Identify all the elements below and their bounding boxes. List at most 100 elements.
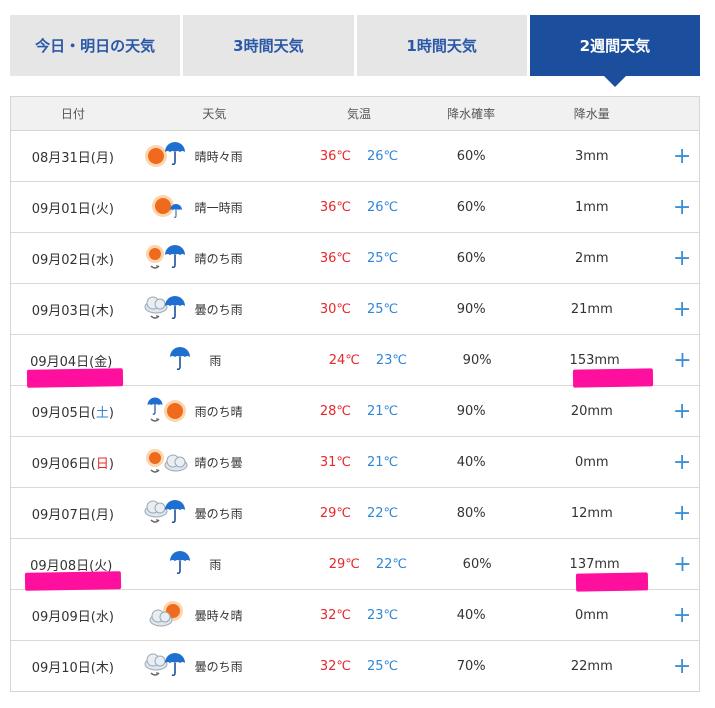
row-weather: 晴一時雨 <box>135 192 295 222</box>
low-temp: 25℃ <box>366 301 399 317</box>
row-date-weekday: 土 <box>95 405 109 421</box>
low-temp: 22℃ <box>375 556 408 572</box>
table-header: 日付 天気 気温 降水確率 降水量 <box>11 97 699 131</box>
weather-label: 晴のち雨 <box>194 251 243 266</box>
cloud-then-umbrella-icon <box>143 651 189 681</box>
row-weather: 雨のち晴 <box>135 396 295 426</box>
header-date: 日付 <box>60 107 85 121</box>
row-weather: 曇のち雨 <box>135 294 295 324</box>
tab-1-hour[interactable]: 1時間天気 <box>356 15 527 76</box>
row-date-prefix: 09月05日( <box>31 405 96 421</box>
precip-prob: 70% <box>456 658 486 674</box>
weather-label: 晴一時雨 <box>194 200 243 215</box>
expand-plus-icon[interactable]: + <box>666 552 699 577</box>
cloud-then-umbrella-icon <box>143 498 189 528</box>
row-date: 08月31日(月) <box>31 150 114 166</box>
table-row: 09月07日(月) 曇のち雨 29℃ 22℃ 80% 12mm + <box>11 488 699 539</box>
table-row: 09月09日(水) 曇時々晴 32℃ 23℃ 40% 0mm + <box>11 590 699 641</box>
header-weather: 天気 <box>202 107 227 121</box>
expand-plus-icon[interactable]: + <box>665 399 699 424</box>
header-temp: 気温 <box>346 107 371 121</box>
expand-plus-icon[interactable]: + <box>665 144 699 169</box>
row-weather: 雨 <box>131 345 304 375</box>
weather-label: 曇のち雨 <box>194 506 243 521</box>
row-weather: 曇のち雨 <box>135 651 295 681</box>
precip-prob: 40% <box>456 607 486 623</box>
weather-label: 晴のち曇 <box>194 455 243 470</box>
precip-prob: 40% <box>456 454 486 470</box>
row-date: 09月02日(水) <box>31 252 114 268</box>
cloud-sun-icon <box>143 600 189 630</box>
low-temp: 25℃ <box>366 250 399 266</box>
weather-label: 曇のち雨 <box>194 659 243 674</box>
row-weather: 晴時々雨 <box>135 141 295 171</box>
expand-plus-icon[interactable]: + <box>665 654 699 679</box>
row-date: 09月07日(月) <box>31 507 114 523</box>
precip-amount: 137mm <box>569 556 620 572</box>
high-temp: 28℃ <box>319 403 351 419</box>
expand-plus-icon[interactable]: + <box>665 246 699 271</box>
umbrella-then-sun-icon <box>143 396 189 426</box>
high-temp: 30℃ <box>319 301 351 317</box>
row-temps: 36℃ 25℃ <box>294 251 424 266</box>
sun-umbrella-small-icon <box>143 192 189 222</box>
expand-plus-icon[interactable]: + <box>666 348 699 373</box>
low-temp: 21℃ <box>366 454 399 470</box>
precip-amount: 153mm <box>569 352 620 368</box>
forecast-tabs: 今日・明日の天気 3時間天気 1時間天気 2週間天気 <box>10 15 700 87</box>
precip-prob: 60% <box>456 199 486 215</box>
row-temps: 32℃ 23℃ <box>294 608 424 623</box>
high-temp: 36℃ <box>319 250 351 266</box>
high-temp: 24℃ <box>328 352 360 368</box>
weather-label: 雨のち晴 <box>194 404 243 419</box>
precip-amount: 1mm <box>575 199 609 215</box>
highlight-mark-amount-0904 <box>572 368 654 388</box>
expand-plus-icon[interactable]: + <box>665 603 699 628</box>
low-temp: 23℃ <box>366 607 399 623</box>
sun-umbrella-icon <box>143 141 189 171</box>
low-temp: 21℃ <box>366 403 399 419</box>
precip-amount: 2mm <box>575 250 609 266</box>
low-temp: 22℃ <box>366 505 399 521</box>
table-row: 09月01日(火) 晴一時雨 36℃ 26℃ 60% 1mm + <box>11 182 699 233</box>
precip-prob: 90% <box>456 301 486 317</box>
precip-prob: 90% <box>462 352 492 368</box>
row-date: 09月10日(木) <box>31 660 114 676</box>
precip-prob: 60% <box>462 556 492 572</box>
high-temp: 36℃ <box>319 199 351 215</box>
weather-label: 雨 <box>209 353 222 368</box>
forecast-table: 日付 天気 気温 降水確率 降水量 08月31日(月) 晴時々雨 36℃ 26℃… <box>10 96 700 692</box>
table-row: 09月03日(木) 曇のち雨 30℃ 25℃ 90% 21mm + <box>11 284 699 335</box>
high-temp: 32℃ <box>319 658 351 674</box>
low-temp: 26℃ <box>366 199 399 215</box>
row-date-suffix: ) <box>108 405 114 421</box>
expand-plus-icon[interactable]: + <box>665 297 699 322</box>
row-date: 09月01日(火) <box>31 201 114 217</box>
row-date: 09月06日(日) <box>11 453 135 472</box>
tab-today-tomorrow[interactable]: 今日・明日の天気 <box>10 15 181 76</box>
row-temps: 36℃ 26℃ <box>294 149 424 164</box>
weather-label: 曇時々晴 <box>194 608 243 623</box>
tab-2-week[interactable]: 2週間天気 <box>529 15 700 87</box>
precip-prob: 60% <box>456 250 486 266</box>
expand-plus-icon[interactable]: + <box>665 501 699 526</box>
weather-label: 曇のち雨 <box>194 302 243 317</box>
precip-amount: 12mm <box>570 505 613 521</box>
precip-amount: 3mm <box>575 148 609 164</box>
row-date: 09月09日(水) <box>31 609 114 625</box>
high-temp: 36℃ <box>319 148 351 164</box>
low-temp: 23℃ <box>375 352 408 368</box>
tab-3-hour[interactable]: 3時間天気 <box>183 15 354 76</box>
umbrella-icon <box>157 345 203 375</box>
row-weather: 雨 <box>131 549 304 579</box>
table-row: 09月05日(土) 雨のち晴 28℃ 21℃ 90% 20mm + <box>11 386 699 437</box>
row-date-prefix: 09月06日( <box>31 456 96 472</box>
row-temps: 32℃ 25℃ <box>294 659 424 674</box>
expand-plus-icon[interactable]: + <box>665 195 699 220</box>
header-precip-amount: 降水量 <box>573 107 610 121</box>
precip-prob: 80% <box>456 505 486 521</box>
expand-plus-icon[interactable]: + <box>665 450 699 475</box>
row-weather: 晴のち曇 <box>135 447 295 477</box>
row-weather: 曇時々晴 <box>135 600 295 630</box>
precip-prob: 60% <box>456 148 486 164</box>
